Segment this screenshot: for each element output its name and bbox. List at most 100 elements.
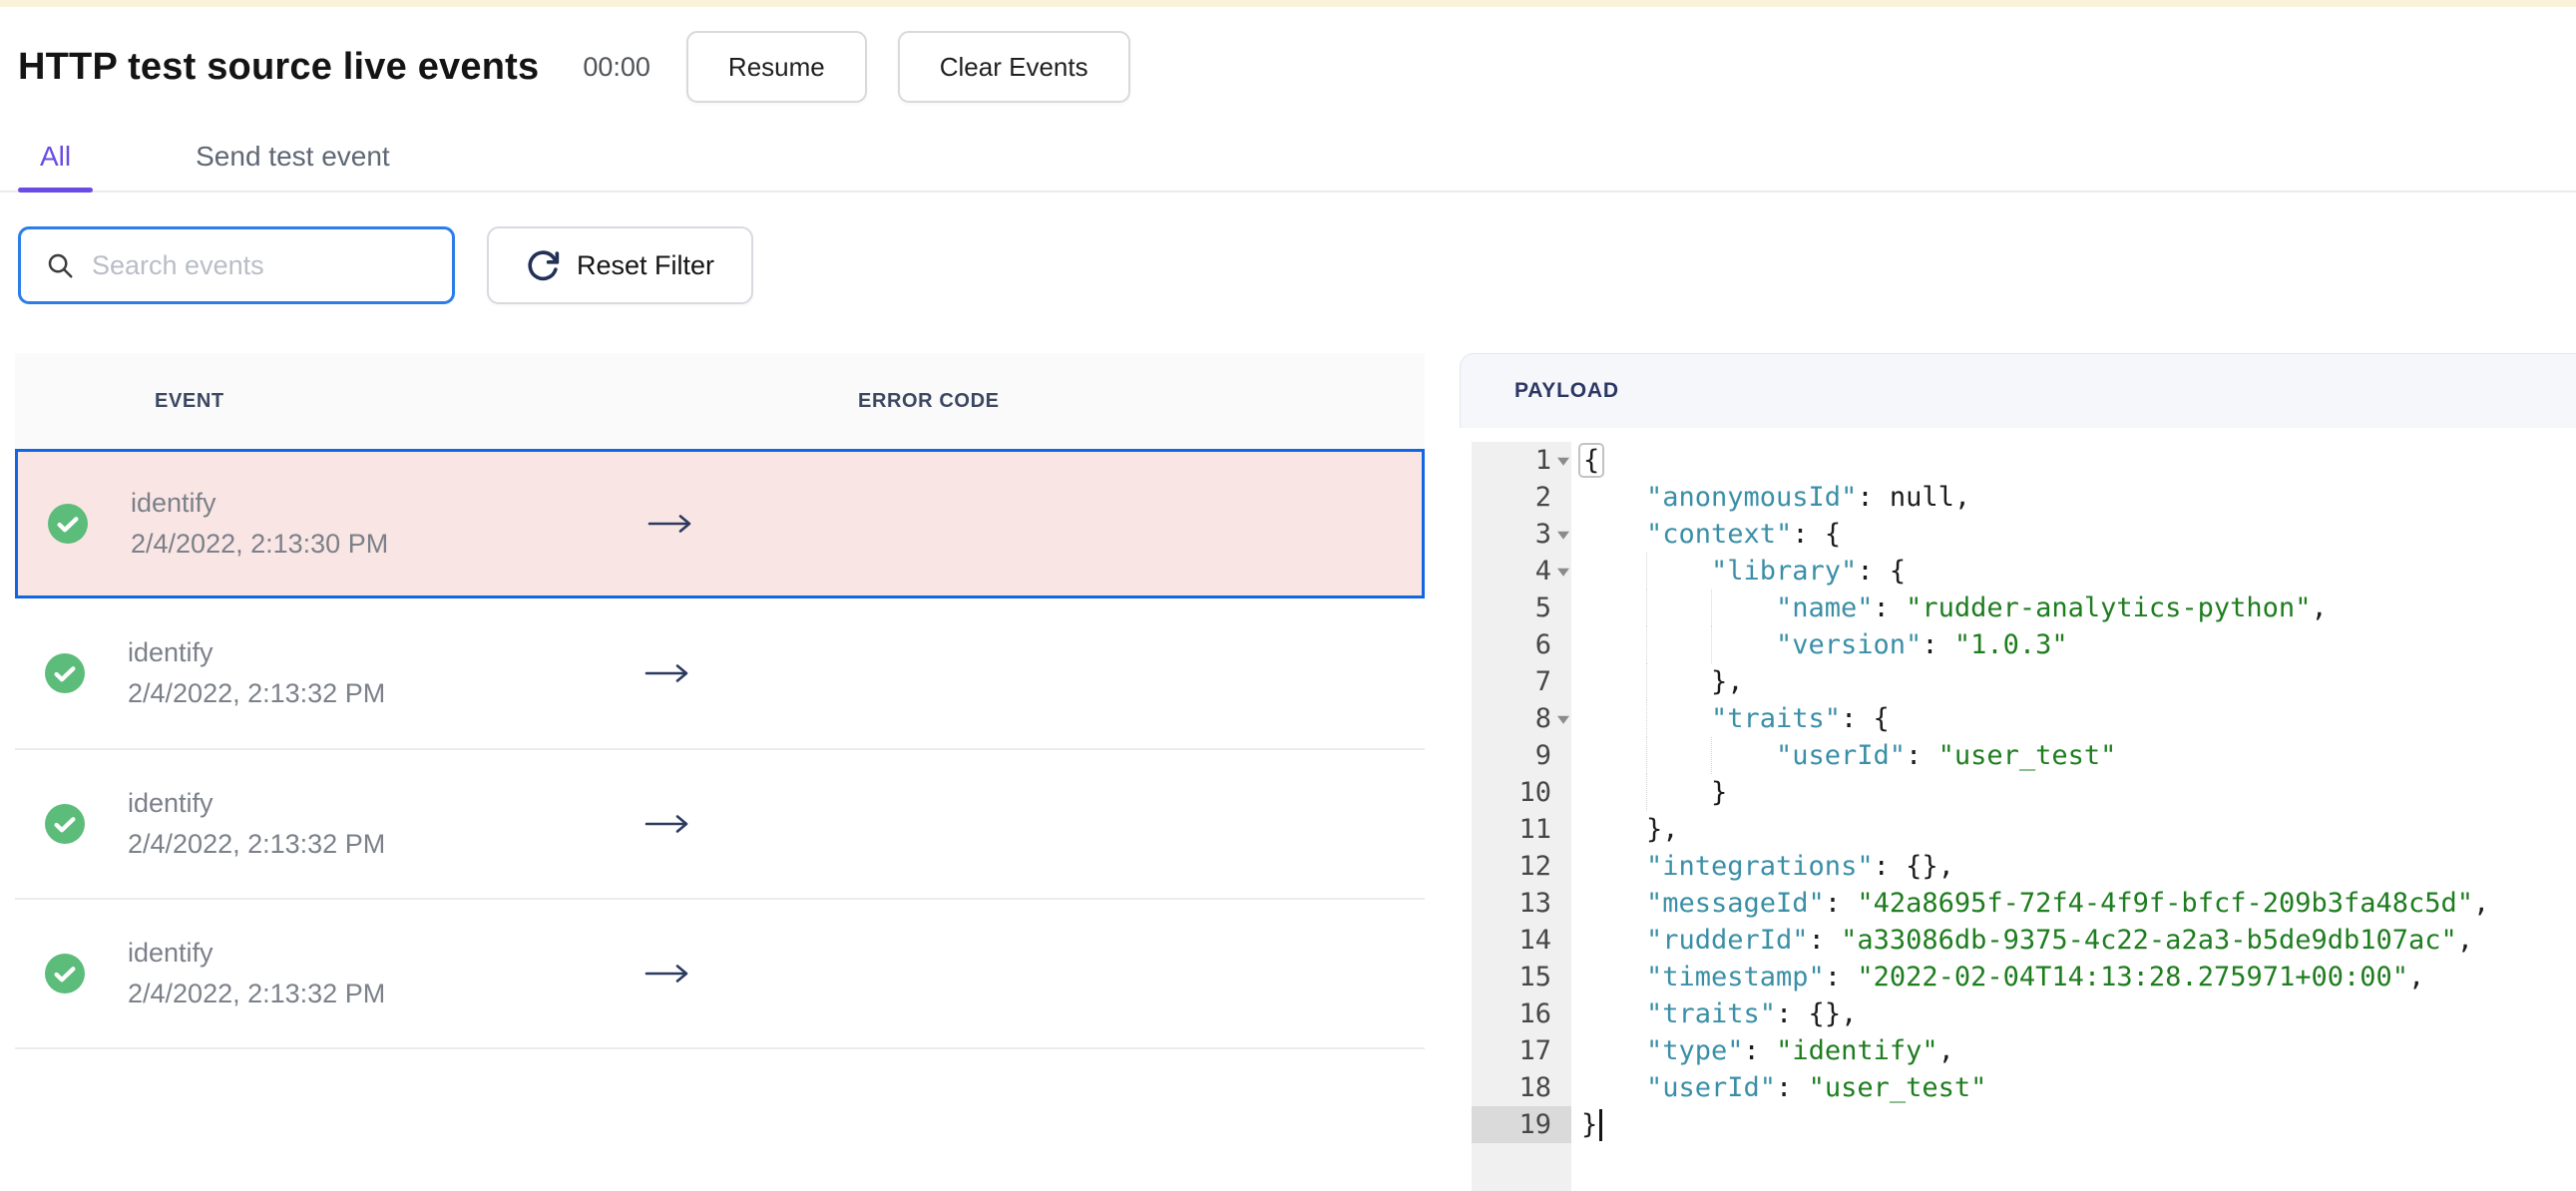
code-line-text: "library": {	[1571, 553, 1906, 590]
collapse-caret-icon[interactable]	[1557, 457, 1569, 466]
line-number: 14	[1518, 925, 1551, 956]
line-number: 2	[1534, 482, 1551, 513]
code-line-text: "userId": "user_test"	[1646, 1072, 1987, 1103]
payload-panel-header: PAYLOAD	[1460, 353, 2576, 428]
payload-title: PAYLOAD	[1514, 379, 1619, 402]
line-number: 17	[1518, 1035, 1551, 1066]
page-header: HTTP test source live events 00:00 Resum…	[18, 31, 2576, 103]
main-content: EVENT ERROR CODE identify 2/4/2022, 2:13…	[0, 353, 2576, 1191]
code-line[interactable]: 7 },	[1460, 663, 2576, 700]
table-row[interactable]: identify 2/4/2022, 2:13:32 PM	[15, 898, 1425, 1047]
collapse-caret-icon[interactable]	[1557, 715, 1569, 724]
tab-all[interactable]: All	[18, 141, 94, 193]
code-lines: 1 { 2 "anonymousId": null, 3 "context": …	[1460, 442, 2576, 1143]
line-number: 8	[1534, 703, 1551, 734]
reset-filter-label: Reset Filter	[577, 249, 715, 280]
arrow-right-icon[interactable]	[646, 511, 694, 537]
filter-row: Reset Filter	[18, 226, 2576, 304]
event-table-body: identify 2/4/2022, 2:13:30 PM identify 2…	[15, 449, 1425, 1049]
line-number: 9	[1534, 740, 1551, 771]
event-timestamp: 2/4/2022, 2:13:32 PM	[128, 678, 386, 708]
code-line[interactable]: 5 "name": "rudder-analytics-python",	[1460, 590, 2576, 626]
line-number: 18	[1518, 1072, 1551, 1103]
code-line-text: },	[1646, 814, 1679, 845]
line-number: 7	[1534, 666, 1551, 697]
search-events-box[interactable]	[18, 226, 455, 304]
line-number: 1	[1534, 445, 1551, 476]
line-number: 16	[1518, 998, 1551, 1029]
code-line[interactable]: 2 "anonymousId": null,	[1460, 479, 2576, 516]
event-name: identify	[128, 938, 214, 968]
code-line-text: "timestamp": "2022-02-04T14:13:28.275971…	[1646, 962, 2425, 992]
code-line-text: "anonymousId": null,	[1646, 482, 1971, 513]
code-line-text: "traits": {	[1571, 700, 1890, 737]
code-line[interactable]: 17 "type": "identify",	[1460, 1032, 2576, 1069]
success-icon	[45, 954, 85, 993]
success-icon	[45, 653, 85, 693]
line-number: 11	[1518, 814, 1551, 845]
event-text: identify 2/4/2022, 2:13:32 PM	[128, 938, 385, 1009]
code-line[interactable]: 9 "userId": "user_test"	[1460, 737, 2576, 774]
code-line-text: "context": {	[1646, 519, 1842, 550]
code-line[interactable]: 8 "traits": {	[1460, 700, 2576, 737]
code-line[interactable]: 12 "integrations": {},	[1460, 848, 2576, 885]
refresh-icon	[528, 249, 560, 280]
line-number: 13	[1518, 888, 1551, 919]
payload-editor[interactable]: 1 { 2 "anonymousId": null, 3 "context": …	[1460, 428, 2576, 1191]
code-line[interactable]: 6 "version": "1.0.3"	[1460, 626, 2576, 663]
code-line[interactable]: 15 "timestamp": "2022-02-04T14:13:28.275…	[1460, 959, 2576, 995]
table-row[interactable]: identify 2/4/2022, 2:13:32 PM	[15, 748, 1425, 898]
line-number: 12	[1518, 851, 1551, 882]
arrow-right-icon[interactable]	[644, 961, 691, 987]
event-text: identify 2/4/2022, 2:13:32 PM	[128, 637, 385, 709]
success-icon	[48, 504, 88, 544]
clear-events-button[interactable]: Clear Events	[897, 31, 1130, 103]
events-table: EVENT ERROR CODE identify 2/4/2022, 2:13…	[15, 353, 1425, 1049]
code-line-text: {	[1571, 442, 1605, 479]
code-line[interactable]: 14 "rudderId": "a33086db-9375-4c22-a2a3-…	[1460, 922, 2576, 959]
code-line[interactable]: 16 "traits": {},	[1460, 995, 2576, 1032]
code-line[interactable]: 4 "library": {	[1460, 553, 2576, 590]
code-line-text: "name": "rudder-analytics-python",	[1571, 590, 2328, 626]
code-line[interactable]: 11 },	[1460, 811, 2576, 848]
code-line[interactable]: 19 }	[1460, 1106, 2576, 1143]
table-row[interactable]: identify 2/4/2022, 2:13:32 PM	[15, 598, 1425, 748]
collapse-caret-icon[interactable]	[1557, 568, 1569, 577]
event-text: identify 2/4/2022, 2:13:32 PM	[128, 788, 385, 860]
table-row[interactable]: identify 2/4/2022, 2:13:30 PM	[15, 449, 1425, 598]
tab-send-test-event[interactable]: Send test event	[174, 141, 412, 191]
line-number: 4	[1534, 556, 1551, 587]
code-line[interactable]: 1 {	[1460, 442, 2576, 479]
code-line[interactable]: 10 }	[1460, 774, 2576, 811]
line-number: 6	[1534, 629, 1551, 660]
event-name: identify	[128, 788, 214, 818]
reset-filter-button[interactable]: Reset Filter	[487, 226, 754, 304]
recording-timer: 00:00	[583, 51, 650, 82]
column-header-error-code: ERROR CODE	[858, 390, 1000, 412]
events-table-header: EVENT ERROR CODE	[15, 353, 1425, 449]
page-title: HTTP test source live events	[18, 45, 540, 88]
collapse-caret-icon[interactable]	[1557, 531, 1569, 540]
code-line-text: "rudderId": "a33086db-9375-4c22-a2a3-b5d…	[1646, 925, 2474, 956]
code-line-text: }	[1571, 774, 1727, 811]
arrow-right-icon[interactable]	[644, 811, 691, 837]
code-line[interactable]: 13 "messageId": "42a8695f-72f4-4f9f-bfcf…	[1460, 885, 2576, 922]
resume-button[interactable]: Resume	[685, 31, 867, 103]
code-line[interactable]: 3 "context": {	[1460, 516, 2576, 553]
top-accent-bar	[0, 0, 2576, 7]
arrow-right-icon[interactable]	[644, 660, 691, 686]
search-input[interactable]	[90, 248, 432, 282]
code-line-text: "messageId": "42a8695f-72f4-4f9f-bfcf-20…	[1646, 888, 2490, 919]
event-timestamp: 2/4/2022, 2:13:32 PM	[128, 979, 386, 1008]
search-icon	[48, 253, 73, 278]
line-number: 19	[1518, 1109, 1551, 1140]
code-line-text: },	[1571, 663, 1744, 700]
code-line-text: }	[1571, 1106, 1603, 1143]
event-timestamp: 2/4/2022, 2:13:30 PM	[131, 529, 389, 559]
column-header-event: EVENT	[155, 390, 224, 412]
event-timestamp: 2/4/2022, 2:13:32 PM	[128, 829, 386, 859]
code-line-text: "traits": {},	[1646, 998, 1858, 1029]
code-line[interactable]: 18 "userId": "user_test"	[1460, 1069, 2576, 1106]
text-cursor	[1599, 1108, 1603, 1141]
event-name: identify	[128, 637, 214, 667]
